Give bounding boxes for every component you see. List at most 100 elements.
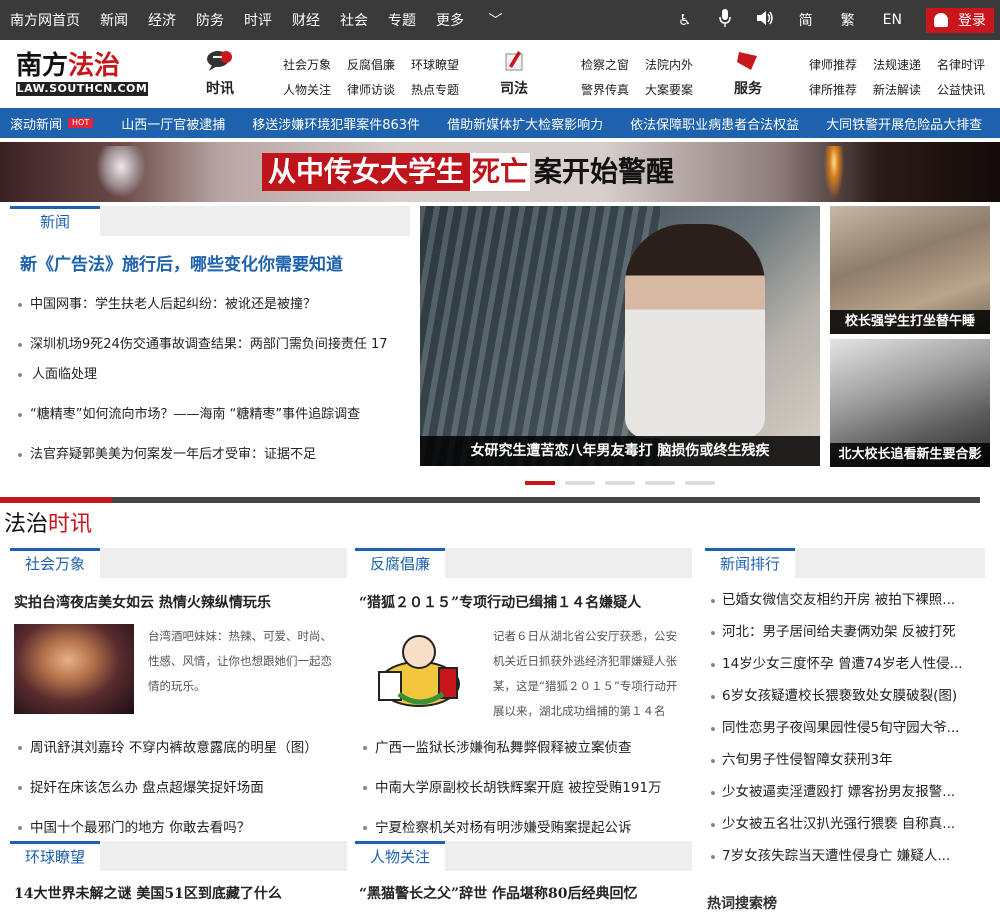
login-button[interactable]: 登录 <box>926 7 994 33</box>
society-lead-headline[interactable]: 实拍台湾夜店美女如云 热情火辣纵情玩乐 <box>14 592 347 612</box>
hot-badge: HOT <box>68 118 94 128</box>
society-photo[interactable] <box>14 624 134 714</box>
ranking-item[interactable]: 少女被逼卖淫遭殴打 嫖客扮男友报警... <box>705 776 985 808</box>
link-lawyer-recommend[interactable]: 律师推荐 <box>809 56 873 73</box>
section-label-news: 时讯 <box>206 81 234 97</box>
simplified-chinese-toggle[interactable]: 简 <box>799 10 813 30</box>
slide-dot[interactable] <box>605 481 635 485</box>
nav-economy[interactable]: 经济 <box>148 10 176 30</box>
tab-news[interactable]: 新闻 <box>10 206 100 236</box>
featured-slideshow[interactable]: 女研究生遭苦恋八年男友毒打 脑损伤或终生残疾 <box>420 206 820 466</box>
nav-defense[interactable]: 防务 <box>196 10 224 30</box>
ranking-item[interactable]: 7岁女孩失踪当天遭性侵身亡 嫌疑人... <box>705 840 985 872</box>
slide-dot[interactable] <box>645 481 675 485</box>
list-item[interactable]: 中南大学原副校长胡铁辉案开庭 被控受贿191万 <box>355 768 692 808</box>
wheelchair-icon[interactable]: ♿ <box>665 11 705 29</box>
link-firm-recommend[interactable]: 律所推荐 <box>809 81 873 98</box>
link-society[interactable]: 社会万象 <box>283 56 347 73</box>
society-tab-header: 社会万象 <box>10 548 347 578</box>
anticorruption-lead-headline[interactable]: “猎狐２０１５”专项行动已缉捕１４名嫌疑人 <box>359 592 692 612</box>
section-news-brief[interactable]: 时讯 <box>190 48 250 98</box>
tab-anticorruption[interactable]: 反腐倡廉 <box>355 548 445 578</box>
link-world[interactable]: 环球瞭望 <box>411 56 475 73</box>
nav-news[interactable]: 新闻 <box>100 10 128 30</box>
ranking-item[interactable]: 六旬男子性侵智障女获刑3年 <box>705 744 985 776</box>
flag-icon <box>737 52 757 70</box>
ranking-item[interactable]: 同性恋男子夜闯果园性侵5旬守园大爷... <box>705 712 985 744</box>
ranking-item[interactable]: 河北：男子居间给夫妻俩劝架 反被打死 <box>705 616 985 648</box>
english-toggle[interactable]: EN <box>883 12 902 28</box>
banner-candle-image <box>824 146 844 200</box>
slide-caption[interactable]: 女研究生遭苦恋八年男友毒打 脑损伤或终生残疾 <box>420 436 820 466</box>
site-header: 南方法治 LAW.SOUTHCN.COM 时讯 社会万象 反腐倡廉 环球瞭望 人… <box>0 40 1000 108</box>
link-lawyer-interview[interactable]: 律师访谈 <box>347 81 411 98</box>
list-item[interactable]: 中国网事：学生扶老人后起纠纷：被讹还是被撞？ <box>10 285 410 325</box>
slide-photo-person <box>625 224 765 438</box>
link-major-cases[interactable]: 大案要案 <box>645 81 709 98</box>
column-society: 社会万象 实拍台湾夜店美女如云 热情火辣纵情玩乐 台湾酒吧妹妹：热辣、可爱、时尚… <box>10 548 347 848</box>
list-item-continued[interactable]: 人面临处理 <box>10 355 410 395</box>
slide-pager <box>525 481 725 485</box>
list-item[interactable]: 捉奸在床该怎么办 盘点超爆笑捉奸场面 <box>10 768 347 808</box>
nav-society[interactable]: 社会 <box>340 10 368 30</box>
nav-commentary[interactable]: 时评 <box>244 10 272 30</box>
slide-dot[interactable] <box>685 481 715 485</box>
news-list: 中国网事：学生扶老人后起纠纷：被讹还是被撞？ 深圳机场9死24伤交通事故调查结果… <box>10 285 410 475</box>
tab-people[interactable]: 人物关注 <box>355 841 445 871</box>
slide-dot[interactable] <box>565 481 595 485</box>
thumb-news-2[interactable]: 北大校长追看新生要合影 <box>830 339 990 467</box>
anticorruption-cartoon[interactable] <box>359 624 479 714</box>
judicial-links: 检察之窗 法院内外 警界传真 大案要案 <box>581 56 709 98</box>
ticker-item[interactable]: 依法保障职业病患者合法权益 <box>630 114 799 133</box>
tab-society[interactable]: 社会万象 <box>10 548 100 578</box>
link-public-welfare[interactable]: 公益快讯 <box>937 81 1000 98</box>
list-item[interactable]: 法官弃疑郭美美为何案发一年后才受审：证据不足 <box>10 435 410 475</box>
society-list: 周讯舒淇刘嘉玲 不穿内裤故意露底的明星（图） 捉奸在床该怎么办 盘点超爆笑捉奸场… <box>10 728 347 848</box>
link-people[interactable]: 人物关注 <box>283 81 347 98</box>
ranking-item[interactable]: 少女被五名壮汉扒光强行猥亵 自称真... <box>705 808 985 840</box>
speaker-icon[interactable] <box>745 10 785 30</box>
pen-paper-icon <box>505 51 523 71</box>
world-lead-headline[interactable]: 14大世界未解之谜 美国51区到底藏了什么 <box>14 883 347 903</box>
link-police[interactable]: 警界传真 <box>581 81 645 98</box>
news-headline[interactable]: 新《广告法》施行后，哪些变化你需要知道 <box>20 250 410 275</box>
tab-ranking[interactable]: 新闻排行 <box>705 548 795 578</box>
ticker-item[interactable]: 大同铁警开展危险品大排查 <box>826 114 982 133</box>
nav-more[interactable]: 更多 ﹀ <box>436 10 522 30</box>
list-item[interactable]: 广西一监狱长涉嫌徇私舞弊假释被立案侦查 <box>355 728 692 768</box>
section-service[interactable]: 服务 <box>718 48 778 98</box>
logo-title: 南方法治 <box>16 50 148 82</box>
tab-world[interactable]: 环球瞭望 <box>10 841 100 871</box>
site-logo[interactable]: 南方法治 LAW.SOUTHCN.COM <box>16 50 148 102</box>
nav-topics[interactable]: 专题 <box>388 10 416 30</box>
ticker-item[interactable]: 山西一厅官被逮捕 <box>121 114 225 133</box>
traditional-chinese-toggle[interactable]: 繁 <box>841 10 855 30</box>
list-item[interactable]: 周讯舒淇刘嘉玲 不穿内裤故意露底的明星（图） <box>10 728 347 768</box>
banner-text-part1: 从中传女大学生 <box>262 153 471 191</box>
login-label: 登录 <box>958 13 986 29</box>
ad-banner[interactable]: 从中传女大学生 死亡 案开始警醒 <box>0 142 1000 202</box>
ranking-item[interactable]: 已婚女微信交友相约开房 被拍下裸照... <box>705 584 985 616</box>
link-hot-topics[interactable]: 热点专题 <box>411 81 475 98</box>
ranking-item[interactable]: 14岁少女三度怀孕 曾遭74岁老人性侵... <box>705 648 985 680</box>
top-tools: ♿ 简 繁 EN 登录 <box>665 0 1000 40</box>
link-lawyer-comment[interactable]: 名律时评 <box>937 56 1000 73</box>
link-new-law[interactable]: 新法解读 <box>873 81 937 98</box>
ranking-item[interactable]: 6岁女孩疑遭校长猥亵致处女膜破裂(图) <box>705 680 985 712</box>
ticker-label: 滚动新闻 <box>10 117 63 133</box>
section-judicial[interactable]: 司法 <box>484 48 544 98</box>
link-procuratorate[interactable]: 检察之窗 <box>581 56 645 73</box>
ticker-item[interactable]: 移送涉嫌环境犯罪案件863件 <box>252 114 420 133</box>
people-lead-headline[interactable]: “黑猫警长之父”辞世 作品堪称80后经典回忆 <box>359 883 692 903</box>
slide-dot[interactable] <box>525 481 555 485</box>
list-item[interactable]: “糖精枣”如何流向市场？——海南 “糖精枣”事件追踪调查 <box>10 395 410 435</box>
thumb-news-1[interactable]: 校长强学生打坐替午睡 <box>830 206 990 334</box>
nav-finance[interactable]: 财经 <box>292 10 320 30</box>
section-title-black: 法治 <box>4 512 49 537</box>
link-regulations[interactable]: 法规速递 <box>873 56 937 73</box>
link-anticorruption[interactable]: 反腐倡廉 <box>347 56 411 73</box>
nav-home[interactable]: 南方网首页 <box>10 10 80 30</box>
ticker-item[interactable]: 借助新媒体扩大检察影响力 <box>447 114 603 133</box>
link-court[interactable]: 法院内外 <box>645 56 709 73</box>
microphone-icon[interactable] <box>705 9 745 31</box>
